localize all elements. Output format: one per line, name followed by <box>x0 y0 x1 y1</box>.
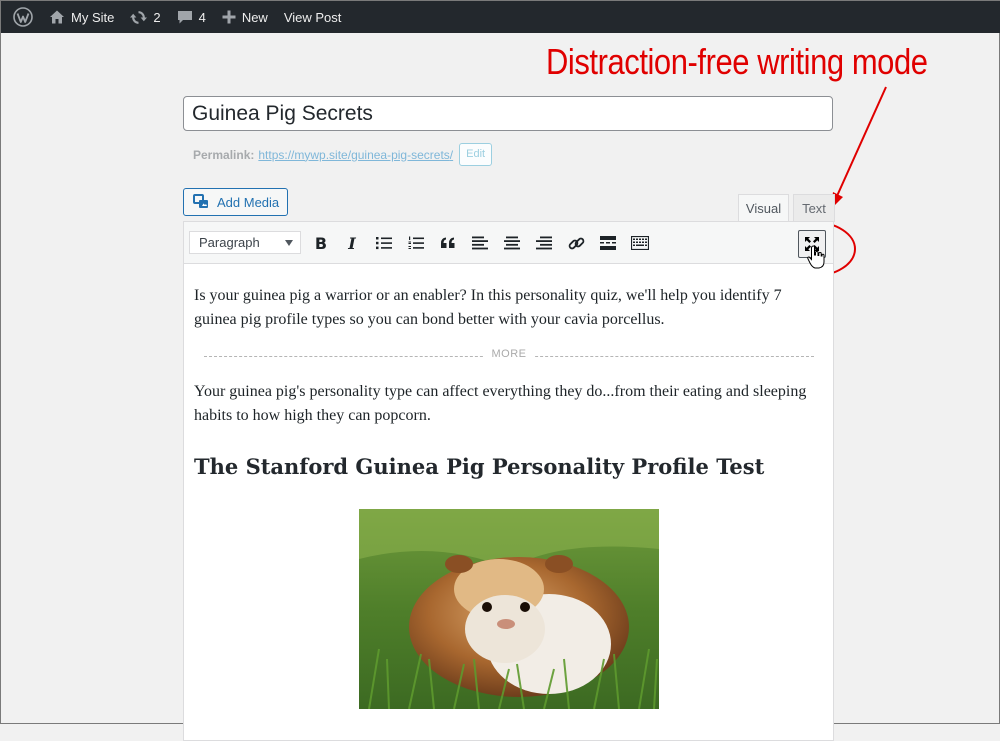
permalink-row: Permalink: https://mywp.site/guinea-pig-… <box>193 143 493 166</box>
link-icon <box>568 237 584 249</box>
numbered-list-icon <box>408 236 424 249</box>
permalink-edit-button[interactable]: Edit <box>459 143 493 166</box>
align-center-button[interactable] <box>502 233 522 253</box>
editor-area: Paragraph B I Is your guinea pig a warri… <box>183 221 834 741</box>
chevron-down-icon <box>285 240 293 246</box>
add-media-label: Add Media <box>217 194 280 210</box>
read-more-icon <box>600 236 616 250</box>
italic-icon: I <box>348 233 356 253</box>
align-left-icon <box>472 236 488 250</box>
align-right-icon <box>536 236 552 250</box>
content-heading: The Stanford Guinea Pig Personality Prof… <box>194 454 765 479</box>
format-select-value: Paragraph <box>199 235 260 250</box>
site-name-link[interactable]: My Site <box>41 1 122 33</box>
content-paragraph-2: Your guinea pig's personality type can a… <box>194 383 807 424</box>
read-more-separator: MORE <box>194 344 824 368</box>
more-label: MORE <box>483 348 535 360</box>
add-media-icon <box>193 194 208 208</box>
toolbar-toggle-button[interactable] <box>630 233 650 253</box>
post-title-input[interactable] <box>183 96 833 131</box>
hand-cursor-icon <box>807 245 825 269</box>
wordpress-logo-button[interactable] <box>1 1 41 33</box>
wordpress-logo-icon <box>13 7 33 27</box>
bold-button[interactable]: B <box>311 233 331 253</box>
permalink-slug: guinea-pig-secrets <box>351 147 450 162</box>
bulleted-list-button[interactable] <box>374 233 394 253</box>
admin-bar: My Site 2 4 New View Post <box>1 1 1000 33</box>
bulleted-list-icon <box>376 237 392 250</box>
updates-link[interactable]: 2 <box>122 1 168 33</box>
home-icon <box>50 10 64 24</box>
guinea-pig-photo[interactable] <box>359 509 659 709</box>
annotation-title: Distraction-free writing mode <box>546 41 928 82</box>
blockquote-button[interactable] <box>438 233 458 253</box>
blockquote-icon <box>441 237 455 248</box>
comments-count: 4 <box>198 9 206 25</box>
updates-icon <box>130 10 148 24</box>
new-content-link[interactable]: New <box>214 1 276 33</box>
bold-icon: B <box>314 233 328 253</box>
align-center-icon <box>504 236 520 250</box>
read-more-button[interactable] <box>598 233 618 253</box>
numbered-list-button[interactable] <box>406 233 426 253</box>
content-paragraph-1: Is your guinea pig a warrior or an enabl… <box>194 287 782 328</box>
permalink-trailing: / <box>449 147 454 162</box>
annotation-arrow-line <box>836 86 887 197</box>
view-post-link[interactable]: View Post <box>276 1 350 33</box>
editor-toolbar: Paragraph B I <box>184 222 833 264</box>
site-name-label: My Site <box>71 9 115 25</box>
permalink-base: https://mywp.site/ <box>258 147 352 162</box>
guinea-pig-image-icon <box>359 509 659 709</box>
align-right-button[interactable] <box>534 233 554 253</box>
comment-icon <box>177 11 192 24</box>
toolbar-toggle-icon <box>631 236 649 250</box>
italic-button[interactable]: I <box>342 233 362 253</box>
insert-link-button[interactable] <box>566 233 586 253</box>
permalink-link[interactable]: https://mywp.site/guinea-pig-secrets/ <box>258 148 453 162</box>
plus-icon <box>222 10 236 24</box>
editor-content[interactable]: Is your guinea pig a warrior or an enabl… <box>194 284 824 482</box>
tab-text[interactable]: Text <box>793 194 835 222</box>
view-post-label: View Post <box>283 9 342 25</box>
add-media-button[interactable]: Add Media <box>183 188 288 216</box>
permalink-label: Permalink: <box>193 147 255 162</box>
format-select[interactable]: Paragraph <box>189 231 301 254</box>
comments-link[interactable]: 4 <box>169 1 214 33</box>
align-left-button[interactable] <box>470 233 490 253</box>
updates-count: 2 <box>153 9 161 25</box>
tab-visual[interactable]: Visual <box>738 194 789 222</box>
new-label: New <box>241 9 268 25</box>
